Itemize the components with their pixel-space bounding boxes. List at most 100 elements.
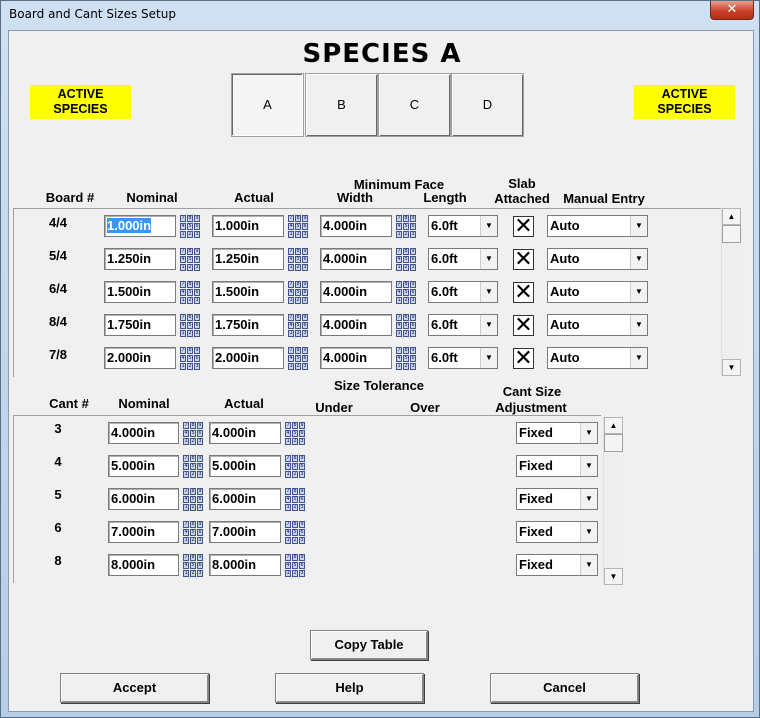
width-keypad-icon[interactable]: 789456123 [396,215,416,239]
keypad-key: 1 [396,231,402,238]
actual-input[interactable]: 1.500in [212,281,284,303]
cant-actual-input[interactable]: 8.000in [209,554,281,576]
species-tab-b[interactable]: B [305,73,378,137]
nominal-input[interactable]: 1.000in [104,215,176,237]
slab-attached-checkbox[interactable]: ✕ [513,315,534,337]
cant-nominal-keypad-icon[interactable]: 789456123 [183,455,203,479]
nominal-keypad-icon[interactable]: 789456123 [180,314,200,338]
slab-attached-checkbox[interactable]: ✕ [513,216,534,238]
cant-nominal-input[interactable]: 7.000in [108,521,179,543]
species-tab-a[interactable]: A [231,73,304,137]
cant-nominal-input[interactable]: 8.000in [108,554,179,576]
nominal-keypad-icon[interactable]: 789456123 [180,281,200,305]
width-input[interactable]: 4.000in [320,215,392,237]
cant-adjustment-select[interactable]: Fixed ▼ [516,455,598,477]
manual-entry-value: Auto [550,317,580,332]
boards-scrollbar[interactable]: ▲ ▼ [721,208,741,376]
species-tab-d[interactable]: D [451,73,524,137]
length-select[interactable]: 6.0ft ▼ [428,314,498,336]
manual-entry-select[interactable]: Auto ▼ [547,215,648,237]
length-select[interactable]: 6.0ft ▼ [428,215,498,237]
cant-nominal-input[interactable]: 4.000in [108,422,179,444]
cant-actual-keypad-icon[interactable]: 789456123 [285,488,305,512]
keypad-key: 5 [292,430,298,437]
slab-attached-checkbox[interactable]: ✕ [513,249,534,271]
cant-actual-keypad-icon[interactable]: 789456123 [285,554,305,578]
cant-nominal-input[interactable]: 6.000in [108,488,179,510]
cant-actual-input[interactable]: 4.000in [209,422,281,444]
manual-entry-select[interactable]: Auto ▼ [547,248,648,270]
keypad-key: 3 [302,231,308,238]
width-input[interactable]: 4.000in [320,314,392,336]
actual-input[interactable]: 1.750in [212,314,284,336]
nominal-input[interactable]: 1.750in [104,314,176,336]
cancel-button[interactable]: Cancel [490,673,639,703]
scroll-thumb[interactable] [604,434,623,452]
actual-keypad-icon[interactable]: 789456123 [288,347,308,371]
cant-actual-keypad-icon[interactable]: 789456123 [285,455,305,479]
scroll-up-icon[interactable]: ▲ [722,208,741,225]
width-input[interactable]: 4.000in [320,347,392,369]
cants-scrollbar[interactable]: ▲ ▼ [603,417,623,585]
nominal-input[interactable]: 2.000in [104,347,176,369]
actual-input[interactable]: 1.000in [212,215,284,237]
actual-keypad-icon[interactable]: 789456123 [288,215,308,239]
cant-adjustment-select[interactable]: Fixed ▼ [516,521,598,543]
scroll-down-icon[interactable]: ▼ [722,359,741,376]
nominal-keypad-icon[interactable]: 789456123 [180,347,200,371]
actual-input[interactable]: 2.000in [212,347,284,369]
actual-keypad-icon[interactable]: 789456123 [288,281,308,305]
length-select[interactable]: 6.0ft ▼ [428,281,498,303]
scroll-thumb[interactable] [722,225,741,243]
keypad-key: 7 [285,422,291,429]
actual-keypad-icon[interactable]: 789456123 [288,314,308,338]
nominal-input[interactable]: 1.250in [104,248,176,270]
cant-actual-keypad-icon[interactable]: 789456123 [285,521,305,545]
length-select[interactable]: 6.0ft ▼ [428,347,498,369]
width-input[interactable]: 4.000in [320,281,392,303]
scroll-down-icon[interactable]: ▼ [604,568,623,585]
manual-entry-select[interactable]: Auto ▼ [547,314,648,336]
keypad-row: 123 [180,363,200,370]
cant-actual-input[interactable]: 6.000in [209,488,281,510]
keypad-key: 4 [396,322,402,329]
cant-nominal-input[interactable]: 5.000in [108,455,179,477]
length-value: 6.0ft [431,284,458,299]
length-select[interactable]: 6.0ft ▼ [428,248,498,270]
width-keypad-icon[interactable]: 789456123 [396,248,416,272]
width-input[interactable]: 4.000in [320,248,392,270]
cant-nominal-keypad-icon[interactable]: 789456123 [183,521,203,545]
width-keypad-icon[interactable]: 789456123 [396,347,416,371]
manual-entry-select[interactable]: Auto ▼ [547,281,648,303]
copy-table-button[interactable]: Copy Table [310,630,428,660]
manual-entry-select[interactable]: Auto ▼ [547,347,648,369]
slab-attached-checkbox[interactable]: ✕ [513,348,534,370]
nominal-keypad-icon[interactable]: 789456123 [180,248,200,272]
cant-adjustment-select[interactable]: Fixed ▼ [516,488,598,510]
cant-adjustment-select[interactable]: Fixed ▼ [516,554,598,576]
keypad-key: 9 [197,488,203,495]
keypad-key: 5 [190,529,196,536]
species-tab-c[interactable]: C [378,73,451,137]
slab-attached-checkbox[interactable]: ✕ [513,282,534,304]
cant-nominal-keypad-icon[interactable]: 789456123 [183,422,203,446]
cant-actual-keypad-icon[interactable]: 789456123 [285,422,305,446]
cant-nominal-keypad-icon[interactable]: 789456123 [183,554,203,578]
close-button[interactable]: ✕ [710,1,754,20]
scroll-up-icon[interactable]: ▲ [604,417,623,434]
keypad-key: 4 [183,430,189,437]
cant-adjustment-select[interactable]: Fixed ▼ [516,422,598,444]
actual-input[interactable]: 1.250in [212,248,284,270]
cant-actual-input[interactable]: 5.000in [209,455,281,477]
nominal-input[interactable]: 1.500in [104,281,176,303]
accept-button[interactable]: Accept [60,673,209,703]
keypad-key: 3 [299,537,305,544]
nominal-keypad-icon[interactable]: 789456123 [180,215,200,239]
help-button[interactable]: Help [275,673,424,703]
width-keypad-icon[interactable]: 789456123 [396,314,416,338]
width-keypad-icon[interactable]: 789456123 [396,281,416,305]
cant-nominal-keypad-icon[interactable]: 789456123 [183,488,203,512]
title-bar[interactable]: Board and Cant Sizes Setup ✕ [1,1,760,29]
cant-actual-input[interactable]: 7.000in [209,521,281,543]
actual-keypad-icon[interactable]: 789456123 [288,248,308,272]
